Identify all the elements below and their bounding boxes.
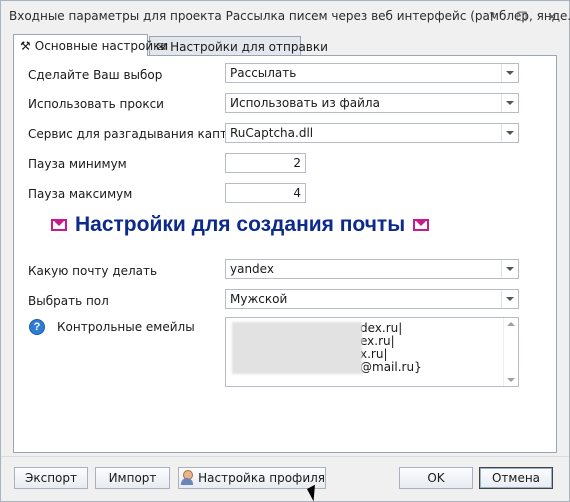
choice-label: Сделайте Ваш выбор [28,68,163,82]
help-icon[interactable]: ? [483,9,501,25]
tab-send-settings[interactable]: ✉ Настройки для отправки [149,36,328,56]
gender-value: Мужской [230,292,288,306]
chevron-down-icon[interactable] [501,64,518,82]
captcha-label: Сервис для разгадывания каптчи [28,127,242,141]
mail-type-value: yandex [230,262,274,276]
choice-value: Рассылать [230,66,297,80]
tab-send-settings-label: Настройки для отправки [170,39,328,54]
pause-min-label: Пауза минимум [28,157,127,171]
tools-icon: ⚒ [20,38,31,53]
control-emails-label: Контрольные емейлы [57,320,195,334]
pause-max-input[interactable]: 4 [225,183,306,203]
proxy-value: Использовать из файла [230,96,380,110]
redacted-area [232,322,362,374]
choice-select[interactable]: Рассылать [225,63,519,83]
control-emails-lines: dex.ru| ex.ru| x.ru| @mail.ru} [360,322,422,374]
gender-label: Выбрать пол [28,294,109,308]
mail-section-heading: Настройки для создания почты [51,213,455,237]
chevron-down-icon[interactable] [501,124,518,142]
email-line: @mail.ru} [360,360,422,374]
chevron-down-icon[interactable] [501,290,518,308]
profile-settings-button[interactable]: Настройка профиля [178,467,326,489]
cancel-button-label: Отмена [491,471,541,485]
dialog-window: Входные параметры для проекта Рассылка п… [0,0,570,502]
title-bar: Входные параметры для проекта Рассылка п… [1,1,570,33]
pause-max-label: Пауза максимум [28,187,133,201]
profile-settings-label: Настройка профиля [198,471,325,485]
mail-type-label: Какую почту делать [28,264,158,278]
footer-divider [1,456,569,457]
scroll-up-icon[interactable] [507,322,515,326]
chevron-down-icon[interactable] [501,260,518,278]
ok-button-label: OK [427,471,445,485]
section-title: Настройки для создания почты [75,213,406,236]
export-button[interactable]: Экспорт [14,467,88,489]
tab-main-settings-label: Основные настройки [34,38,169,53]
control-emails-textarea[interactable]: dex.ru| ex.ru| x.ru| @mail.ru} [225,317,519,387]
captcha-select[interactable]: RuCaptcha.dll [225,123,519,143]
import-button[interactable]: Импорт [95,467,170,489]
cancel-button[interactable]: Отмена [479,467,553,489]
info-icon: ? [29,319,45,335]
vertical-scrollbar[interactable] [503,318,518,386]
mail-type-select[interactable]: yandex [225,259,519,279]
envelope-icon [413,219,430,231]
chevron-down-icon[interactable] [501,94,518,112]
ok-button[interactable]: OK [399,467,473,489]
envelope-icon [51,219,67,231]
close-icon[interactable]: ✕ [543,9,561,25]
tab-main-settings[interactable]: ⚒ Основные настройки [13,34,168,56]
export-button-label: Экспорт [24,471,78,485]
user-profile-icon [179,470,194,486]
scroll-down-icon[interactable] [507,378,515,382]
pause-min-input[interactable]: 2 [225,153,306,173]
gender-select[interactable]: Мужской [225,289,519,309]
captcha-value: RuCaptcha.dll [230,126,314,140]
settings-panel [13,55,557,453]
restore-icon[interactable]: ❐ [513,9,531,25]
import-button-label: Импорт [108,471,157,485]
proxy-label: Использовать прокси [28,97,164,111]
proxy-select[interactable]: Использовать из файла [225,93,519,113]
